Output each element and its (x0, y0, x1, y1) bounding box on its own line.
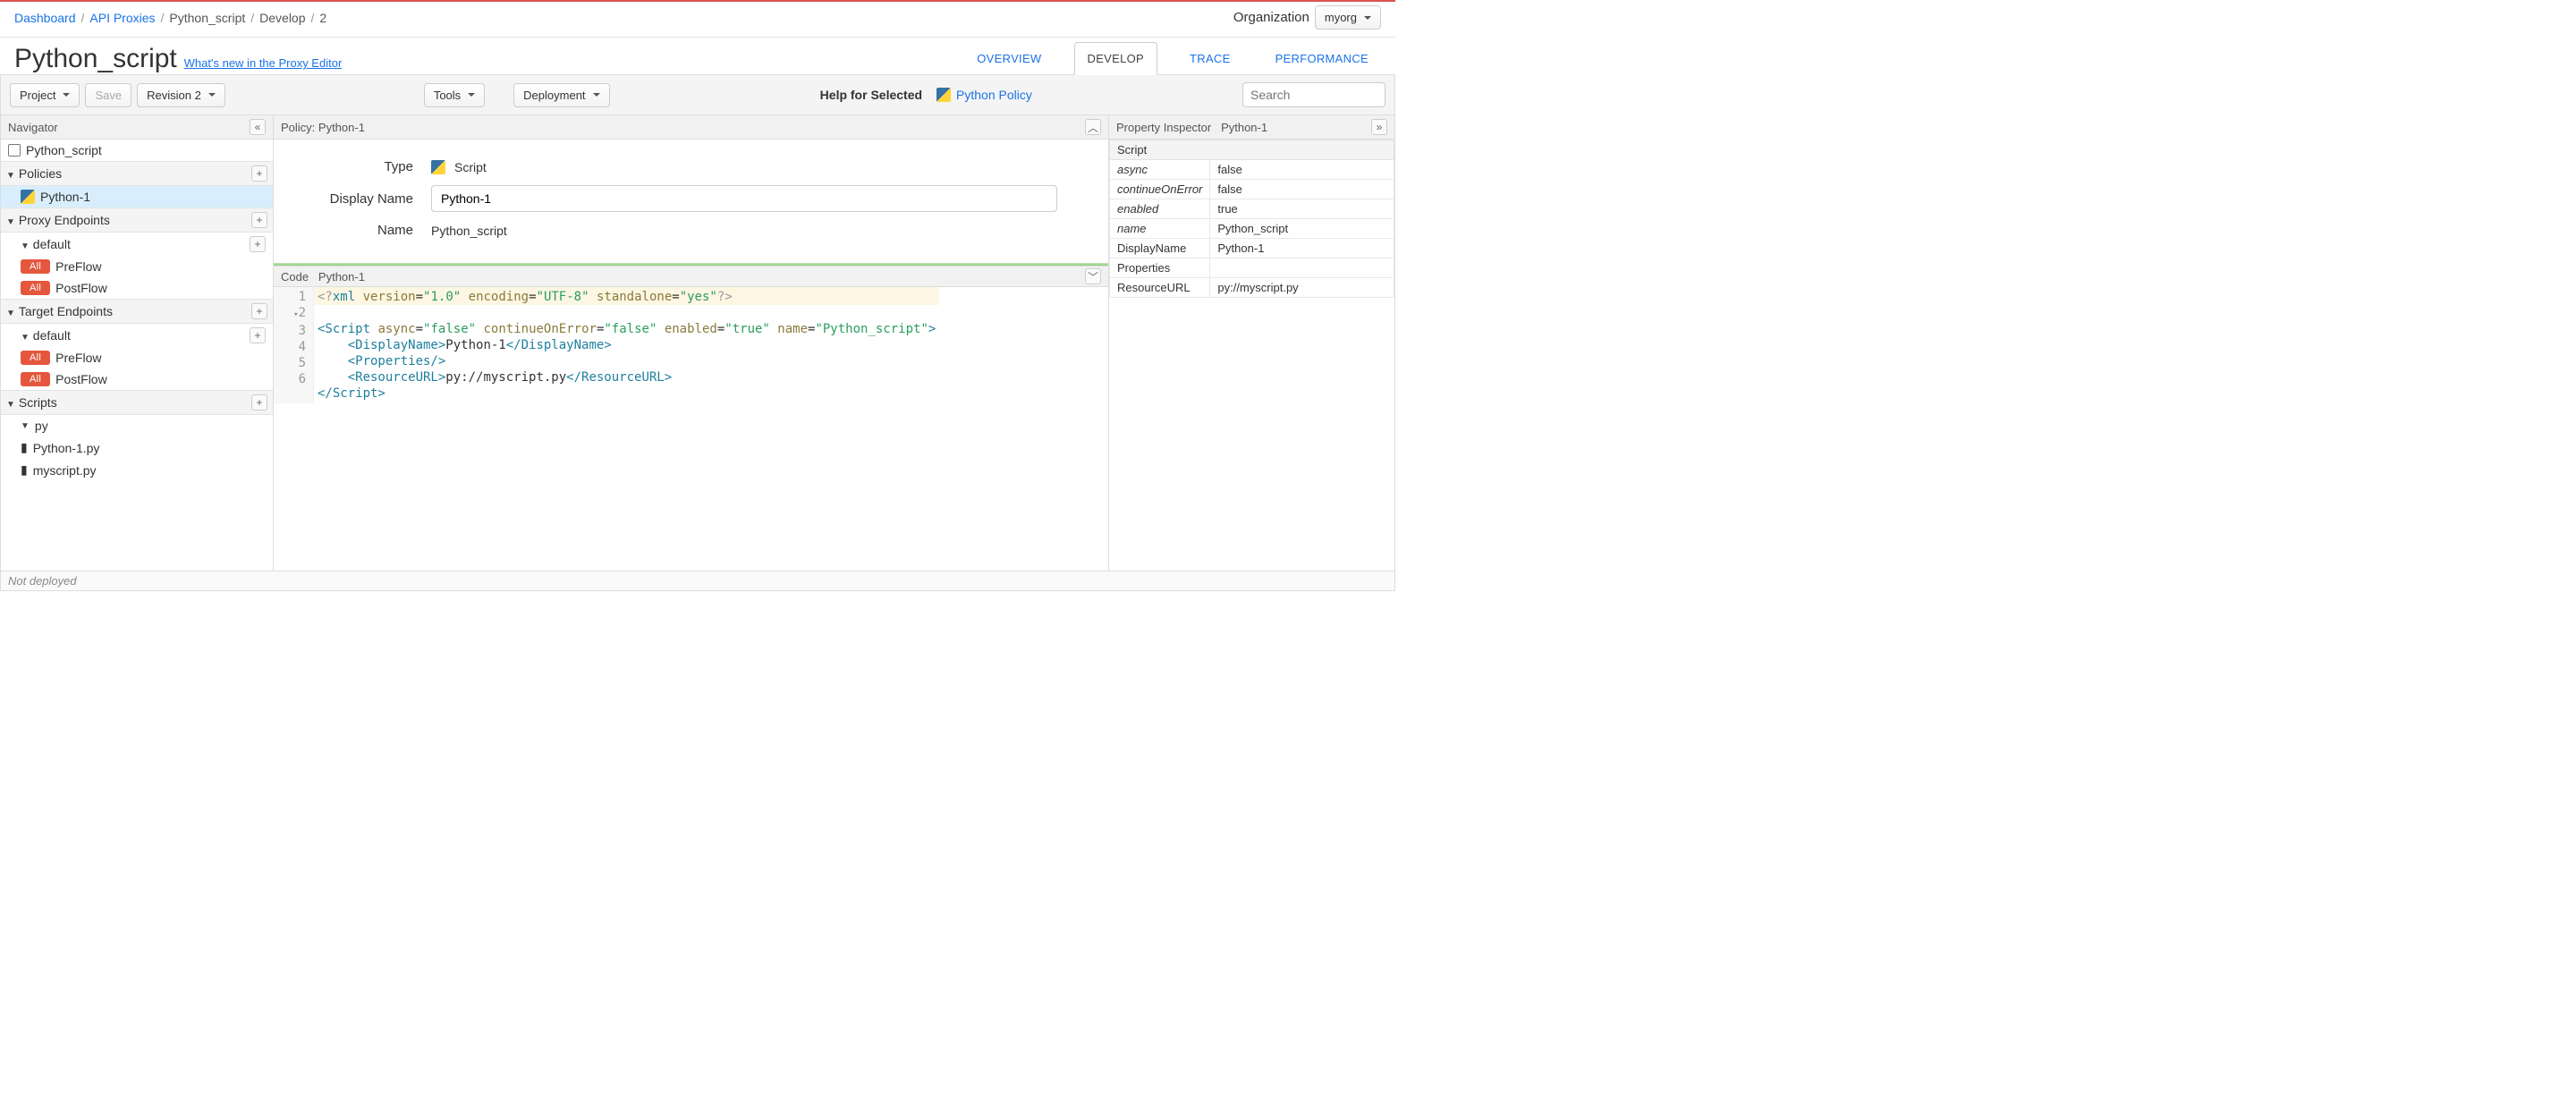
inspector-row[interactable]: namePython_script (1110, 219, 1394, 239)
type-value: Script (454, 160, 487, 174)
editor-panel: Policy: Python-1 ︿ Type Script Display N… (274, 115, 1108, 571)
save-button[interactable]: Save (85, 83, 131, 107)
all-badge: All (21, 351, 50, 365)
collapse-navigator-button[interactable]: « (250, 119, 266, 135)
inspector-row[interactable]: ResourceURLpy://myscript.py (1110, 278, 1394, 298)
nav-target-postflow[interactable]: All PostFlow (1, 368, 273, 390)
nav-target-endpoint-default[interactable]: ▼ default + (1, 324, 273, 347)
all-badge: All (21, 281, 50, 295)
crumb-section: Develop (259, 11, 305, 25)
python-icon (936, 88, 951, 102)
main-tabs: OVERVIEW DEVELOP TRACE PERFORMANCE (964, 41, 1381, 74)
page-title: Python_script (14, 44, 177, 73)
status-bar: Not deployed (0, 571, 1395, 591)
add-target-flow-button[interactable]: + (250, 327, 266, 343)
add-proxy-endpoint-button[interactable]: + (251, 212, 267, 228)
breadcrumb: Dashboard / API Proxies / Python_script … (0, 2, 1395, 38)
nav-section-scripts[interactable]: ▼Scripts + (1, 390, 273, 415)
toolbar: Project Save Revision 2 Tools Deployment… (0, 74, 1395, 115)
type-label: Type (288, 159, 431, 174)
code-file-name: Python-1 (318, 270, 365, 284)
property-inspector-panel: Property Inspector Python-1 » Script asy… (1108, 115, 1394, 571)
python-policy-link[interactable]: Python Policy (936, 88, 1032, 102)
display-name-label: Display Name (288, 191, 431, 207)
nav-root-label: Python_script (26, 143, 102, 157)
inspector-subject: Python-1 (1221, 121, 1267, 134)
nav-proxy-endpoint-default[interactable]: ▼ default + (1, 233, 273, 256)
python-policy-link-text: Python Policy (956, 88, 1032, 102)
inspector-row[interactable]: Properties (1110, 258, 1394, 278)
org-label: Organization (1233, 10, 1309, 25)
org-selector[interactable]: myorg (1315, 5, 1381, 30)
collapse-inspector-button[interactable]: » (1371, 119, 1387, 135)
nav-target-preflow[interactable]: All PreFlow (1, 347, 273, 368)
code-label: Code (281, 270, 309, 284)
name-label: Name (288, 223, 431, 238)
python-icon (21, 190, 35, 204)
navigator-panel: Navigator « Python_script ▼Policies + Py… (1, 115, 274, 571)
all-badge: All (21, 259, 50, 274)
tab-trace[interactable]: TRACE (1177, 43, 1243, 74)
crumb-revision: 2 (319, 11, 326, 25)
navigator-title: Navigator (8, 121, 58, 134)
display-name-input[interactable] (431, 185, 1057, 212)
python-icon (431, 160, 445, 174)
nav-policy-python-1[interactable]: Python-1 (1, 186, 273, 207)
inspector-table: Script asyncfalsecontinueOnErrorfalseena… (1109, 140, 1394, 298)
add-script-button[interactable]: + (251, 394, 267, 411)
crumb-proxy-name: Python_script (169, 11, 245, 25)
code-editor[interactable]: 1▾23456 <?xml version="1.0" encoding="UT… (274, 287, 1108, 403)
project-menu[interactable]: Project (10, 83, 80, 107)
tools-menu[interactable]: Tools (424, 83, 485, 107)
policy-panel-title: Policy: Python-1 (281, 121, 365, 134)
line-gutter: 1▾23456 (274, 287, 314, 403)
inspector-title: Property Inspector (1116, 121, 1211, 134)
all-badge: All (21, 372, 50, 386)
inspector-group: Script (1110, 140, 1394, 160)
file-icon: ▮ (21, 440, 28, 455)
revision-menu[interactable]: Revision 2 (137, 83, 225, 107)
nav-proxy-postflow[interactable]: All PostFlow (1, 277, 273, 299)
name-value: Python_script (431, 224, 507, 238)
crumb-dashboard[interactable]: Dashboard (14, 11, 76, 25)
code-body[interactable]: <?xml version="1.0" encoding="UTF-8" sta… (314, 287, 939, 403)
add-policy-button[interactable]: + (251, 165, 267, 182)
deploy-status: Not deployed (8, 574, 77, 588)
tab-performance[interactable]: PERFORMANCE (1263, 43, 1381, 74)
nav-root[interactable]: Python_script (1, 140, 273, 161)
search-input[interactable] (1242, 82, 1385, 107)
inspector-row[interactable]: continueOnErrorfalse (1110, 180, 1394, 199)
nav-section-target-endpoints[interactable]: ▼Target Endpoints + (1, 299, 273, 324)
nav-proxy-preflow[interactable]: All PreFlow (1, 256, 273, 277)
collapse-policy-panel-button[interactable]: ︿ (1085, 119, 1101, 135)
add-proxy-flow-button[interactable]: + (250, 236, 266, 252)
tab-overview[interactable]: OVERVIEW (964, 43, 1054, 74)
collapse-code-panel-button[interactable]: ﹀ (1085, 268, 1101, 284)
inspector-row[interactable]: asyncfalse (1110, 160, 1394, 180)
add-target-endpoint-button[interactable]: + (251, 303, 267, 319)
whats-new-link[interactable]: What's new in the Proxy Editor (184, 56, 343, 70)
inspector-row[interactable]: DisplayNamePython-1 (1110, 239, 1394, 258)
tab-develop[interactable]: DEVELOP (1074, 42, 1158, 75)
document-icon (8, 144, 21, 157)
nav-section-policies[interactable]: ▼Policies + (1, 161, 273, 186)
help-for-selected-label: Help for Selected (820, 88, 922, 102)
crumb-api-proxies[interactable]: API Proxies (89, 11, 155, 25)
nav-policy-label: Python-1 (40, 190, 90, 204)
nav-scripts-py-folder[interactable]: ▼py (1, 415, 273, 436)
nav-section-proxy-endpoints[interactable]: ▼Proxy Endpoints + (1, 207, 273, 233)
nav-script-file[interactable]: ▮ myscript.py (1, 459, 273, 481)
deployment-menu[interactable]: Deployment (513, 83, 609, 107)
file-icon: ▮ (21, 462, 28, 478)
nav-script-file[interactable]: ▮ Python-1.py (1, 436, 273, 459)
inspector-row[interactable]: enabledtrue (1110, 199, 1394, 219)
